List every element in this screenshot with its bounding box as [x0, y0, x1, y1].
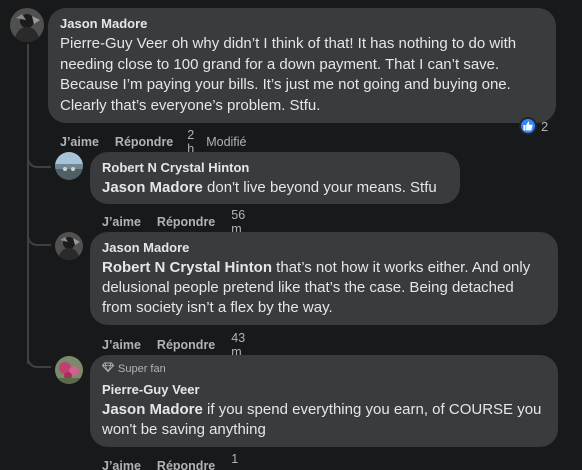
comment-bubble: Jason Madore Pierre-Guy Veer oh why didn…: [48, 8, 556, 123]
like-icon: [519, 117, 537, 135]
reaction-count: 2: [541, 118, 549, 134]
diamond-icon: [101, 362, 115, 376]
comment-author[interactable]: Jason Madore: [60, 16, 544, 32]
reply-button[interactable]: Répondre: [157, 459, 215, 470]
comment-actions: J’aime Répondre 1 m: [102, 452, 242, 470]
comment-bubble: Super fan Pierre-Guy Veer Jason Madore i…: [90, 355, 558, 447]
comment-text: Pierre-Guy Veer oh why didn’t I think of…: [60, 35, 517, 114]
reply-branch: [27, 350, 51, 368]
reply-button[interactable]: Répondre: [157, 338, 215, 352]
like-button[interactable]: J’aime: [102, 459, 141, 470]
comment-author[interactable]: Pierre-Guy Veer: [102, 382, 546, 398]
mention-link[interactable]: Robert N Crystal Hinton: [102, 259, 272, 276]
comment-text: Jason Madore if you spend everything you…: [102, 400, 546, 440]
super-fan-badge[interactable]: Super fan: [101, 362, 546, 376]
like-button[interactable]: J’aime: [102, 215, 141, 229]
edited-label: Modifié: [206, 135, 247, 149]
avatar[interactable]: [10, 8, 44, 42]
super-fan-label: Super fan: [118, 363, 166, 375]
comment-bubble: Robert N Crystal Hinton Jason Madore don…: [90, 152, 460, 204]
reply-branch: [27, 150, 51, 168]
comment-body: don't live beyond your means. Stfu: [202, 179, 437, 196]
avatar[interactable]: [55, 356, 83, 384]
like-button[interactable]: J’aime: [60, 135, 99, 149]
reaction-summary[interactable]: 2: [519, 117, 548, 135]
avatar[interactable]: [55, 152, 83, 180]
mention-link[interactable]: Jason Madore: [102, 401, 203, 418]
comment-bubble: Jason Madore Robert N Crystal Hinton tha…: [90, 232, 558, 325]
avatar[interactable]: [55, 232, 83, 260]
reply-branch: [27, 228, 51, 246]
comment-author[interactable]: Robert N Crystal Hinton: [102, 160, 448, 176]
mention-link[interactable]: Jason Madore: [102, 179, 203, 196]
comment-text: Jason Madore don't live beyond your mean…: [102, 178, 448, 198]
comment-text: Robert N Crystal Hinton that’s not how i…: [102, 258, 546, 318]
thread-line: [27, 44, 29, 364]
comment-author[interactable]: Jason Madore: [102, 240, 546, 256]
comment-time[interactable]: 1 m: [231, 452, 241, 470]
reply-button[interactable]: Répondre: [115, 135, 173, 149]
like-button[interactable]: J’aime: [102, 338, 141, 352]
reply-button[interactable]: Répondre: [157, 215, 215, 229]
